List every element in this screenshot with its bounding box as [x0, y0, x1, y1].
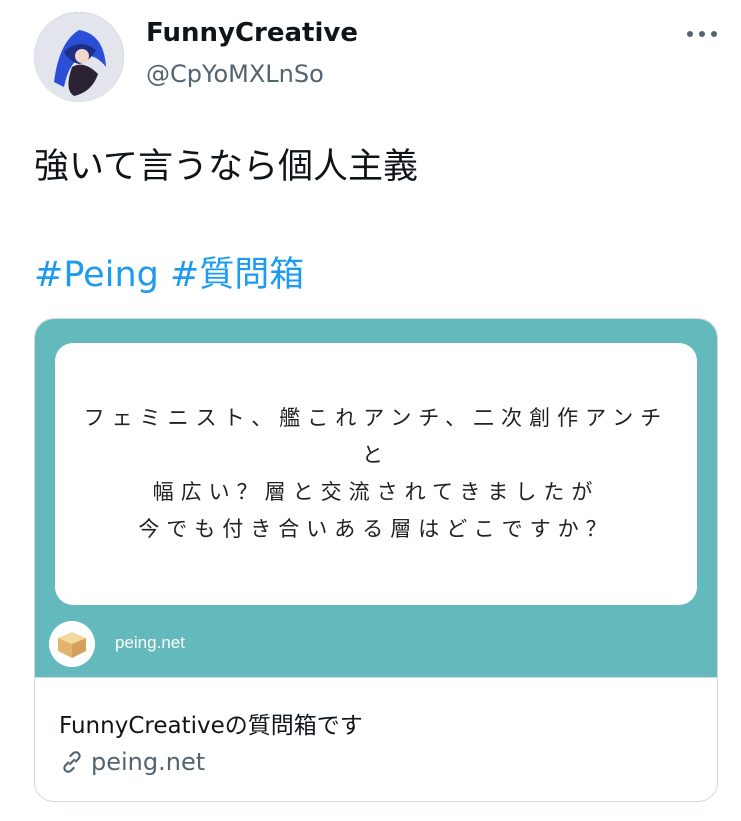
- avatar-image: [34, 12, 124, 102]
- display-name[interactable]: FunnyCreative: [146, 18, 358, 48]
- peing-box-logo: [49, 621, 95, 667]
- card-title: FunnyCreativeの質問箱です: [59, 713, 363, 739]
- avatar[interactable]: [34, 12, 124, 102]
- more-horizontal-icon[interactable]: [684, 24, 720, 44]
- card-image: フェミニスト、艦これアンチ、二次創作アンチ と 幅広い？層と交流されてきましたが…: [35, 319, 717, 677]
- user-handle[interactable]: @CpYoMXLnSo: [146, 60, 324, 88]
- question-line: 今でも付き合いある層はどこですか？: [138, 517, 614, 541]
- question-line: 幅広い？層と交流されてきましたが: [152, 480, 600, 504]
- hashtag-question-box[interactable]: #質問箱: [170, 255, 304, 295]
- hashtag-row: #Peing #質問箱: [34, 246, 304, 297]
- link-icon: [63, 751, 81, 773]
- question-box: フェミニスト、艦これアンチ、二次創作アンチ と 幅広い？層と交流されてきましたが…: [55, 343, 697, 605]
- question-line: と: [362, 443, 390, 467]
- question-line: フェミニスト、艦これアンチ、二次創作アンチ: [83, 406, 669, 430]
- link-card[interactable]: フェミニスト、艦これアンチ、二次創作アンチ と 幅広い？層と交流されてきましたが…: [34, 318, 718, 802]
- card-footer: FunnyCreativeの質問箱です peing.net: [35, 677, 717, 801]
- tweet-text: 強いて言うなら個人主義: [34, 147, 418, 187]
- card-link-row: peing.net: [59, 748, 205, 776]
- card-brand-label: peing.net: [115, 633, 185, 652]
- hashtag-peing[interactable]: #Peing: [34, 255, 159, 295]
- card-domain: peing.net: [91, 748, 206, 776]
